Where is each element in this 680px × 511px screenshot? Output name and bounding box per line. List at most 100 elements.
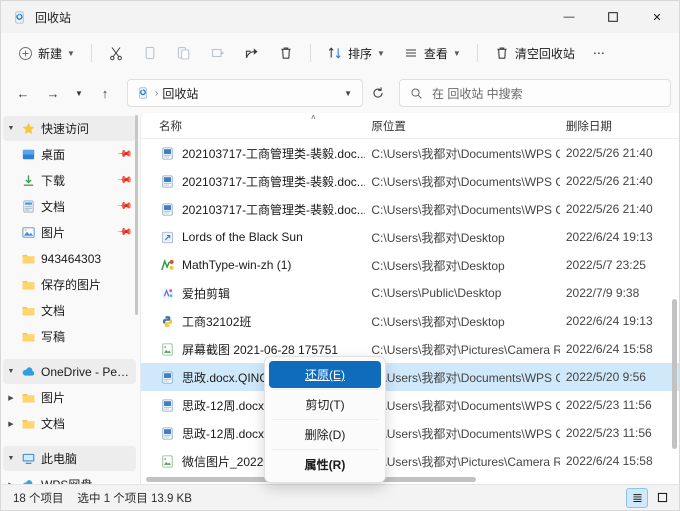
file-list-vertical-scrollbar[interactable] (672, 299, 677, 449)
sidebar-item-写稿[interactable]: 写稿 (3, 324, 136, 349)
cell-name: 202103717-工商管理类-裴毅.doc... (153, 145, 365, 162)
close-button[interactable]: ✕ (635, 1, 679, 33)
sidebar-item-下载[interactable]: 下载 📌 (3, 168, 136, 193)
forward-button[interactable]: → (39, 79, 67, 107)
view-button[interactable]: 查看 ▼ (395, 38, 469, 68)
column-header-date-deleted[interactable]: 删除日期 (560, 118, 679, 134)
context-menu-item[interactable]: 删除(D) (269, 421, 381, 448)
search-box[interactable]: 在 回收站 中搜索 (399, 79, 671, 107)
table-row[interactable]: 微信图片_202206212... C:\Users\我都对\Pictures\C… (141, 447, 679, 475)
context-menu-item-label: 属性(R) (304, 458, 346, 472)
table-row[interactable]: MathType-win-zh (1) C:\Users\我都对\Desktop 2… (141, 251, 679, 279)
chevron-expand-icon[interactable]: ▼ (3, 368, 19, 375)
empty-recycle-bin-label: 清空回收站 (514, 46, 575, 61)
delete-button[interactable] (270, 38, 302, 68)
cell-date-deleted: 2022/5/23 11:56 (565, 426, 652, 440)
table-row[interactable]: 工商32102班 C:\Users\我都对\Desktop 2022/6/24 19… (141, 307, 679, 335)
refresh-button[interactable] (365, 80, 391, 106)
up-button[interactable]: ↑ (91, 79, 119, 107)
scissors-icon (108, 45, 124, 61)
sidebar-item-WPS网盘[interactable]: ▶ WPS网盘 (3, 472, 136, 484)
nav-group-此电脑[interactable]: ▼ 此电脑 (3, 446, 136, 471)
table-row[interactable]: 202103717-工商管理类-裴毅.doc... C:\Users\我都对\Do… (141, 167, 679, 195)
sidebar-item-文档[interactable]: ▶ 文档 (3, 411, 136, 436)
table-row[interactable]: 思政.docx.QINGBACK1771400C:\Users\我都对\Docu… (141, 363, 679, 391)
chevron-right-icon[interactable]: ▶ (3, 481, 19, 485)
context-menu-item[interactable]: 还原(E) (269, 361, 381, 388)
nav-group-gap (1, 350, 140, 359)
new-button[interactable]: 新建 ▼ (9, 38, 83, 68)
minimize-button[interactable]: — (547, 1, 591, 33)
sidebar-item-943464303[interactable]: 943464303 (3, 246, 136, 271)
file-name-text: 202103717-工商管理类-裴毅.doc... (182, 146, 366, 161)
sidebar-item-label: 文档 (41, 304, 66, 318)
search-input[interactable]: 在 回收站 中搜索 (432, 85, 523, 102)
nav-group-快速访问[interactable]: ▼ 快速访问 (3, 116, 136, 141)
share-button[interactable] (236, 38, 268, 68)
navigation-tree: ▼ 快速访问桌面 📌 下载 📌 文档 📌 图片 📌 943464303 保存的图片文档写稿 ▼ OneD… (1, 116, 140, 484)
sidebar-item-保存的图片[interactable]: 保存的图片 (3, 272, 136, 297)
details-view-icon[interactable] (626, 487, 648, 508)
cell-original-location: C:\Users\我都对\Documents\WPS Clo... (371, 146, 560, 161)
sidebar-item-文档[interactable]: 文档 (3, 298, 136, 323)
context-menu: 还原(E) 剪切(T) 删除(D) 属性(R) (264, 356, 386, 483)
nav-group-OneDrive - Perso[interactable]: ▼ OneDrive - Perso (3, 359, 136, 384)
table-row[interactable]: Lords of the Black Sun C:\Users\我都对\Deskt… (141, 223, 679, 251)
table-row[interactable]: 思政-12周.docx.QINGBACK... C:\Users\我都对\Docu… (141, 419, 679, 447)
table-row[interactable]: 思政-12周.docx.QINGBACK... C:\Users\我都对\Docu… (141, 391, 679, 419)
recent-locations-button[interactable]: ▼ (69, 79, 89, 107)
paste-icon (176, 45, 192, 61)
sort-button[interactable]: 排序 ▼ (319, 38, 393, 68)
sidebar-item-文档[interactable]: 文档 📌 (3, 194, 136, 219)
context-menu-item-label: 还原(E) (305, 368, 345, 382)
cut-button[interactable] (100, 38, 132, 68)
table-row[interactable]: 爱拍剪辑 C:\Users\Public\Desktop 2022/7/9 9:38 (141, 279, 679, 307)
file-name-text: Lords of the Black Sun (182, 230, 303, 244)
table-row[interactable]: 屏幕截图 2021-06-28 175751 C:\Users\我都对\Pictu… (141, 335, 679, 363)
large-icons-view-icon[interactable] (651, 488, 673, 508)
pin-icon[interactable]: 📌 (115, 224, 132, 241)
breadcrumb[interactable]: › 回收站 ▼ (127, 79, 363, 107)
cell-original-location: C:\Users\Public\Desktop (371, 286, 502, 300)
status-selection-info: 选中 1 个项目 13.9 KB (77, 492, 192, 505)
file-list-horizontal-scrollbar[interactable] (141, 475, 679, 484)
empty-recycle-bin-button[interactable]: 清空回收站 (486, 38, 583, 68)
column-header-name[interactable]: 名称 (153, 118, 365, 134)
paste-button[interactable] (168, 38, 200, 68)
share-icon (244, 45, 260, 61)
shortcut-icon (159, 229, 175, 245)
cell-original-location: C:\Users\我都对\Documents\WPS Clo... (371, 202, 560, 217)
chevron-down-icon-sort: ▼ (376, 48, 385, 58)
breadcrumb-item-recycle-bin[interactable]: 回收站 (162, 85, 198, 102)
nav-group-label: 快速访问 (41, 122, 90, 136)
column-header-original-location[interactable]: 原位置 (365, 118, 560, 134)
context-menu-item[interactable]: 剪切(T) (269, 391, 381, 418)
chevron-right-icon[interactable]: ▶ (3, 420, 19, 428)
cell-name: 爱拍剪辑 (153, 285, 365, 302)
back-button[interactable]: ← (9, 79, 37, 107)
maximize-button[interactable] (591, 1, 635, 33)
sidebar-item-图片[interactable]: 图片 📌 (3, 220, 136, 245)
cell-original-location: C:\Users\我都对\Pictures\Camera Roll (371, 454, 560, 469)
table-row[interactable]: 202103717-工商管理类-裴毅.doc... C:\Users\我都对\Do… (141, 139, 679, 167)
title-bar-left: 回收站 (11, 9, 71, 26)
context-menu-item[interactable]: 属性(R) (269, 451, 381, 478)
breadcrumb-dropdown-icon[interactable]: ▼ (338, 89, 358, 98)
chevron-expand-icon[interactable]: ▼ (3, 455, 19, 462)
pin-icon[interactable]: 📌 (115, 146, 132, 163)
cell-name: 工商32102班 (153, 313, 365, 330)
rename-button[interactable] (202, 38, 234, 68)
sidebar-item-图片[interactable]: ▶ 图片 (3, 385, 136, 410)
copy-button[interactable] (134, 38, 166, 68)
pin-icon[interactable]: 📌 (115, 198, 132, 215)
copy-icon (142, 45, 158, 61)
cell-original-location: C:\Users\我都对\Pictures\Camera Roll (371, 342, 560, 357)
sidebar-scrollbar[interactable] (135, 115, 138, 315)
chevron-right-icon[interactable]: ▶ (3, 394, 19, 402)
pin-icon[interactable]: 📌 (115, 172, 132, 189)
sidebar-item-桌面[interactable]: 桌面 📌 (3, 142, 136, 167)
more-options-button[interactable]: ⋯ (585, 38, 613, 68)
chevron-expand-icon[interactable]: ▼ (3, 125, 19, 132)
cell-date-deleted: 2022/6/24 19:13 (565, 314, 653, 328)
table-row[interactable]: 202103717-工商管理类-裴毅.doc... C:\Users\我都对\Do… (141, 195, 679, 223)
